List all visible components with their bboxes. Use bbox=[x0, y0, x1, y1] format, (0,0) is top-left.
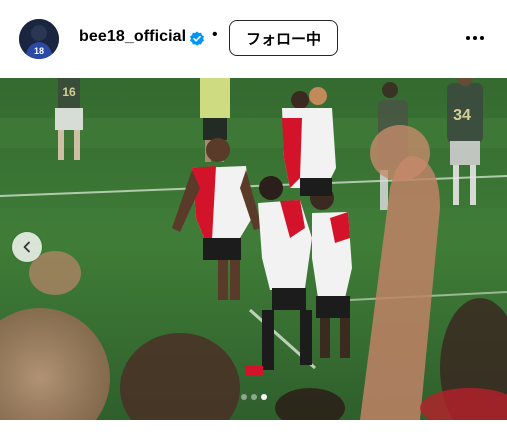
more-options-icon[interactable] bbox=[463, 26, 487, 50]
post-footer-strip bbox=[0, 420, 507, 432]
carousel-dot-1 bbox=[240, 394, 247, 400]
separator-dot: • bbox=[212, 26, 218, 43]
verified-badge-icon bbox=[190, 31, 204, 46]
carousel-dot-2 bbox=[250, 394, 257, 400]
avatar[interactable]: 18 bbox=[19, 19, 59, 59]
following-button[interactable]: フォロー中 bbox=[229, 20, 338, 56]
chevron-left-icon bbox=[23, 241, 30, 253]
post-photo[interactable]: 16 34 bbox=[0, 78, 507, 420]
carousel-dot-3-active bbox=[260, 394, 267, 400]
soccer-match-photo: 16 34 bbox=[0, 78, 507, 420]
svg-text:16: 16 bbox=[62, 85, 76, 99]
username-link[interactable]: bee18_official bbox=[79, 28, 186, 46]
carousel-indicators bbox=[0, 394, 507, 402]
post-header: 18 bee18_official • フォロー中 bbox=[0, 0, 507, 78]
svg-text:34: 34 bbox=[453, 107, 471, 124]
carousel-prev-button[interactable] bbox=[12, 232, 42, 262]
profile-avatar-icon: 18 bbox=[19, 19, 59, 59]
avatar-jersey-number: 18 bbox=[34, 46, 44, 56]
